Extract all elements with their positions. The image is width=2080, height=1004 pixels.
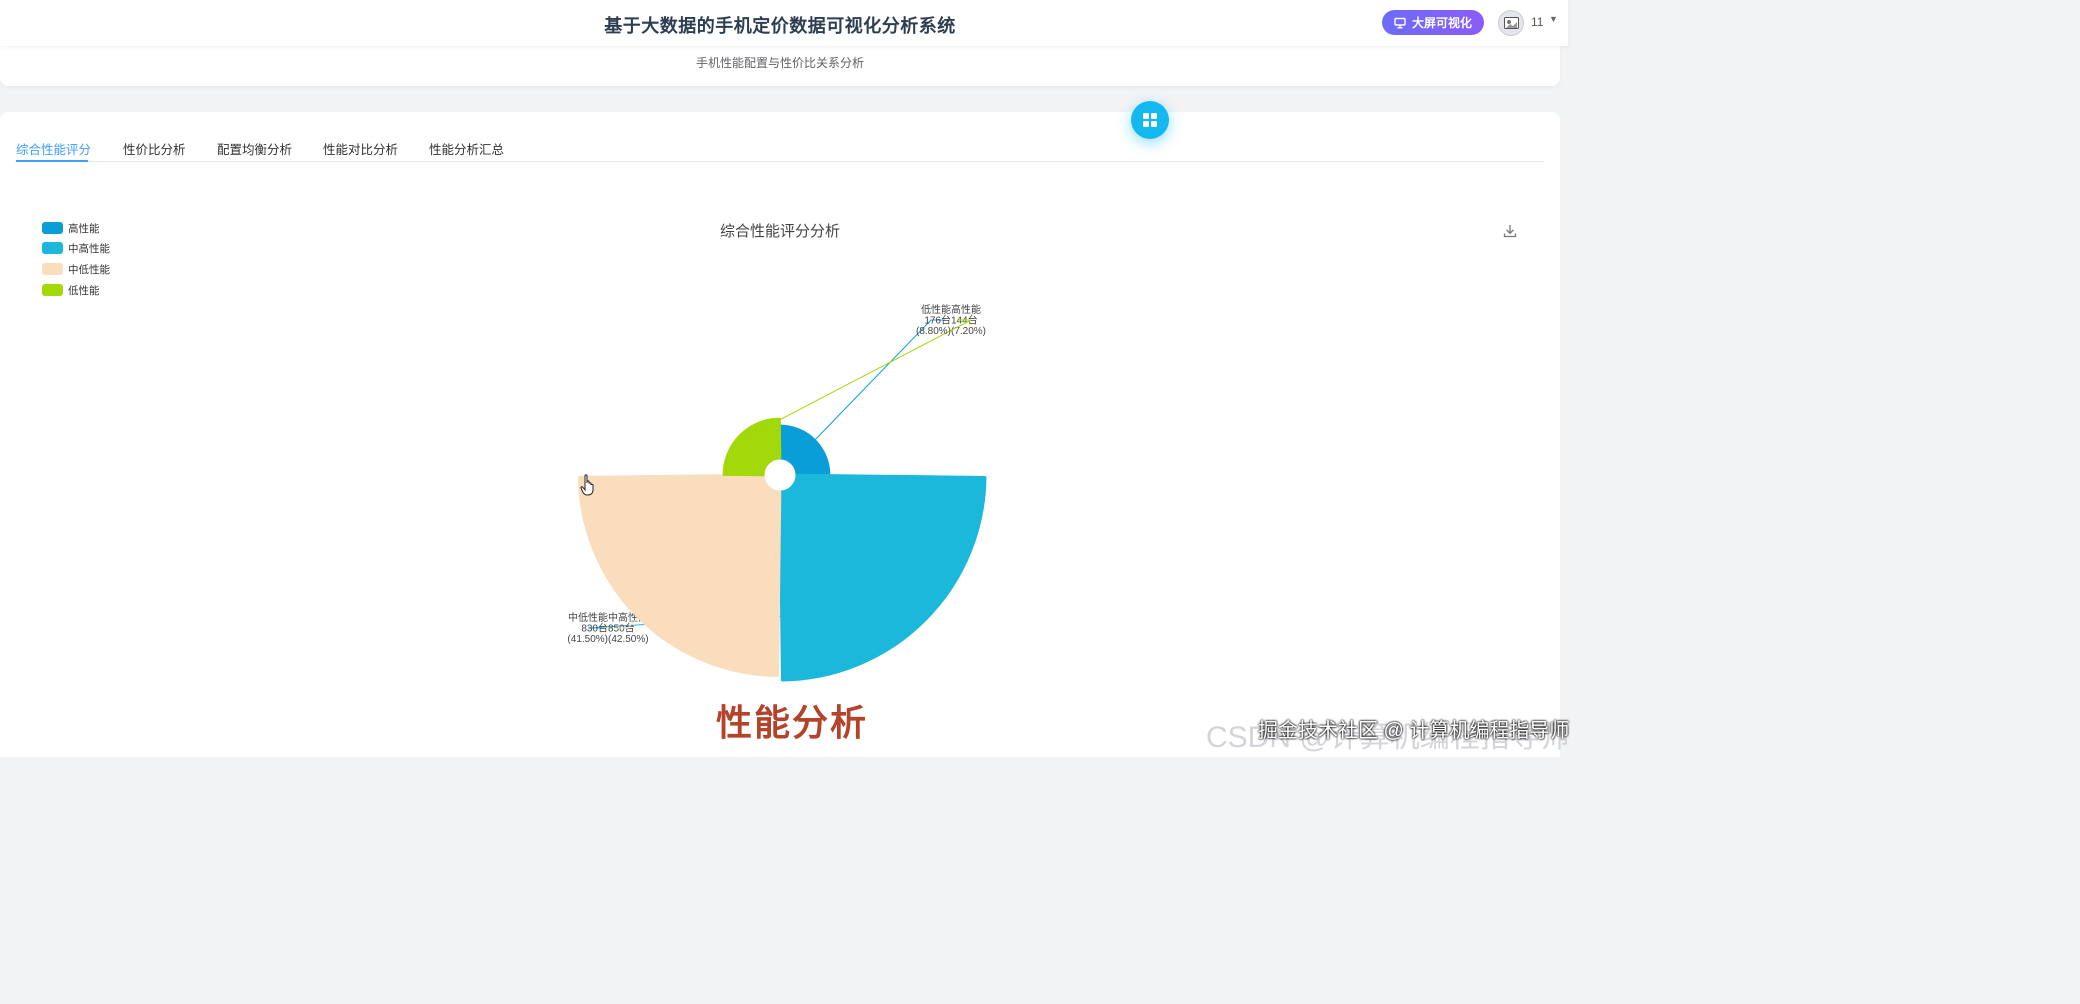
grid-menu-button[interactable] (1131, 101, 1169, 139)
app-title: 基于大数据的手机定价数据可视化分析系统 (604, 16, 956, 36)
hand-cursor-icon (580, 474, 594, 496)
caption-text: 性能分析 (716, 702, 869, 743)
grid-icon (1143, 113, 1157, 127)
rose-slice-2[interactable] (577, 473, 782, 678)
rose-slice-1[interactable] (778, 473, 987, 682)
rose-slice-3[interactable] (722, 417, 782, 477)
user-avatar-icon (1504, 17, 1519, 29)
rose-chart: 高性能144台(7.20%)中高性能850台(42.50%)中低性能830台(4… (567, 303, 987, 682)
slice-label-3-2: (8.80%) (916, 326, 951, 337)
watermark: 掘金技术社区 @ 计算机编程指导师 (1258, 720, 1570, 742)
leader-line-3 (743, 319, 972, 440)
bigscreen-label: 大屏可视化 (1411, 16, 1472, 30)
user-name[interactable]: 11 (1531, 15, 1543, 29)
chevron-down-icon[interactable]: ▼ (1549, 14, 1558, 24)
avatar[interactable] (1498, 10, 1524, 36)
monitor-icon (1394, 17, 1406, 29)
slice-label-0-0: 高性能 (951, 303, 981, 316)
leader-line-0 (811, 319, 945, 444)
slice-label-2-0: 中低性能 (568, 611, 608, 624)
bigscreen-button[interactable]: 大屏可视化 (1382, 10, 1484, 35)
slice-label-1-2: (42.50%) (608, 634, 649, 645)
slice-label-3-0: 低性能 (921, 303, 951, 316)
slice-label-3-1: 176台 (924, 314, 951, 327)
slice-label-2-2: (41.50%) (567, 634, 608, 645)
top-bar: 基于大数据的手机定价数据可视化分析系统 大屏可视化 11 ▼ (0, 0, 1568, 46)
slice-label-2-1: 830台 (581, 622, 608, 635)
